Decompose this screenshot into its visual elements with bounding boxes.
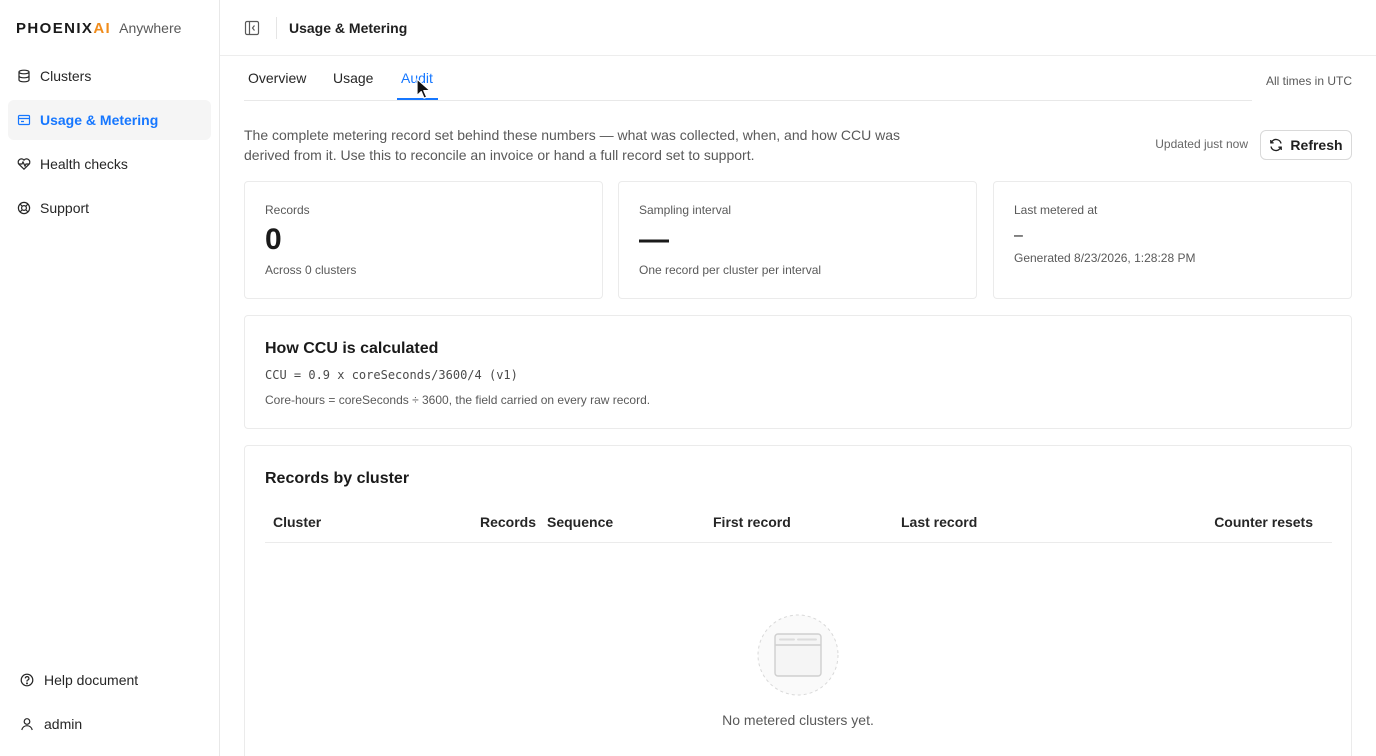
brand-subtitle: Anywhere [119, 20, 182, 36]
records-by-cluster-card: Records by cluster Cluster Records Seque… [244, 445, 1352, 756]
refresh-label: Refresh [1290, 137, 1343, 153]
mouse-cursor-icon [416, 78, 431, 99]
stat-value: — [639, 223, 669, 256]
column-header-records[interactable]: Records [480, 514, 536, 530]
tab-usage[interactable]: Usage [333, 70, 373, 86]
help-document-label: Help document [44, 672, 139, 688]
database-icon [17, 69, 31, 83]
stat-card-last-metered: Last metered at – Generated 8/23/2026, 1… [993, 181, 1352, 299]
top-header: Usage & Metering [220, 0, 1376, 56]
tab-bar: Overview Usage Audit [244, 56, 1252, 101]
column-header-cluster[interactable]: Cluster [273, 514, 321, 530]
stat-value: – [1014, 227, 1023, 244]
sidebar-item-health-checks[interactable]: Health checks [8, 144, 211, 184]
sidebar-item-support[interactable]: Support [8, 188, 211, 228]
sidebar-item-label: Usage & Metering [40, 112, 159, 128]
stat-card-records: Records 0 Across 0 clusters [244, 181, 603, 299]
column-header-sequence[interactable]: Sequence [547, 514, 613, 530]
user-menu[interactable]: admin [12, 704, 212, 744]
sidebar-item-clusters[interactable]: Clusters [8, 56, 211, 96]
ccu-card-title: How CCU is calculated [265, 340, 439, 357]
help-document-link[interactable]: Help document [12, 660, 212, 700]
column-header-first-record[interactable]: First record [713, 514, 791, 530]
column-header-counter-resets[interactable]: Counter resets [1214, 514, 1313, 530]
user-icon [20, 717, 34, 731]
records-table-header: Cluster Records Sequence First record La… [265, 504, 1332, 543]
lifebuoy-icon [17, 201, 31, 215]
logo-accent-text: AI [93, 19, 112, 37]
sidebar-nav: Clusters Usage & Metering Health checks … [8, 56, 211, 232]
ccu-note: Core-hours = coreSeconds ÷ 3600, the fie… [265, 393, 651, 407]
stat-label: Sampling interval [639, 203, 732, 217]
heart-pulse-icon [17, 157, 31, 171]
sidebar-item-label: Clusters [40, 68, 92, 84]
user-name: admin [44, 716, 83, 732]
timezone-note: All times in UTC [1265, 74, 1352, 88]
empty-state-text: No metered clusters yet. [722, 712, 874, 728]
brand-logo[interactable]: PHOENIXAI Anywhere [16, 18, 181, 38]
sidebar-item-label: Health checks [40, 156, 128, 172]
column-header-last-record[interactable]: Last record [901, 514, 977, 530]
stat-card-sampling-interval: Sampling interval — One record per clust… [618, 181, 977, 299]
header-divider [276, 16, 277, 39]
stat-subtext: Generated 8/23/2026, 1:28:28 PM [1014, 251, 1196, 265]
empty-state-icon [757, 614, 839, 696]
sidebar-item-label: Support [40, 200, 90, 216]
page-title: Usage & Metering [289, 19, 408, 36]
sidebar-item-usage-metering[interactable]: Usage & Metering [8, 100, 211, 140]
tab-overview[interactable]: Overview [248, 70, 306, 86]
refresh-button[interactable]: Refresh [1260, 130, 1352, 160]
refresh-icon [1269, 138, 1283, 152]
receipt-icon [17, 113, 31, 127]
sidebar: PHOENIXAI Anywhere Clusters Usage & Mete… [0, 0, 220, 756]
sidebar-collapse-icon[interactable] [243, 19, 261, 37]
stat-label: Records [265, 203, 310, 217]
ccu-calculation-card: How CCU is calculated CCU = 0.9 x coreSe… [244, 315, 1352, 429]
stat-value: 0 [265, 223, 282, 256]
records-card-title: Records by cluster [265, 470, 410, 487]
stat-subtext: Across 0 clusters [265, 263, 357, 277]
stat-label: Last metered at [1014, 203, 1098, 217]
stat-subtext: One record per cluster per interval [639, 263, 822, 277]
updated-status: Updated just now [1155, 137, 1248, 151]
question-circle-icon [20, 673, 34, 687]
audit-description: The complete metering record set behind … [244, 127, 900, 163]
ccu-formula: CCU = 0.9 x coreSeconds/3600/4 (v1) [265, 368, 518, 382]
logo-text: PHOENIX [16, 19, 94, 37]
